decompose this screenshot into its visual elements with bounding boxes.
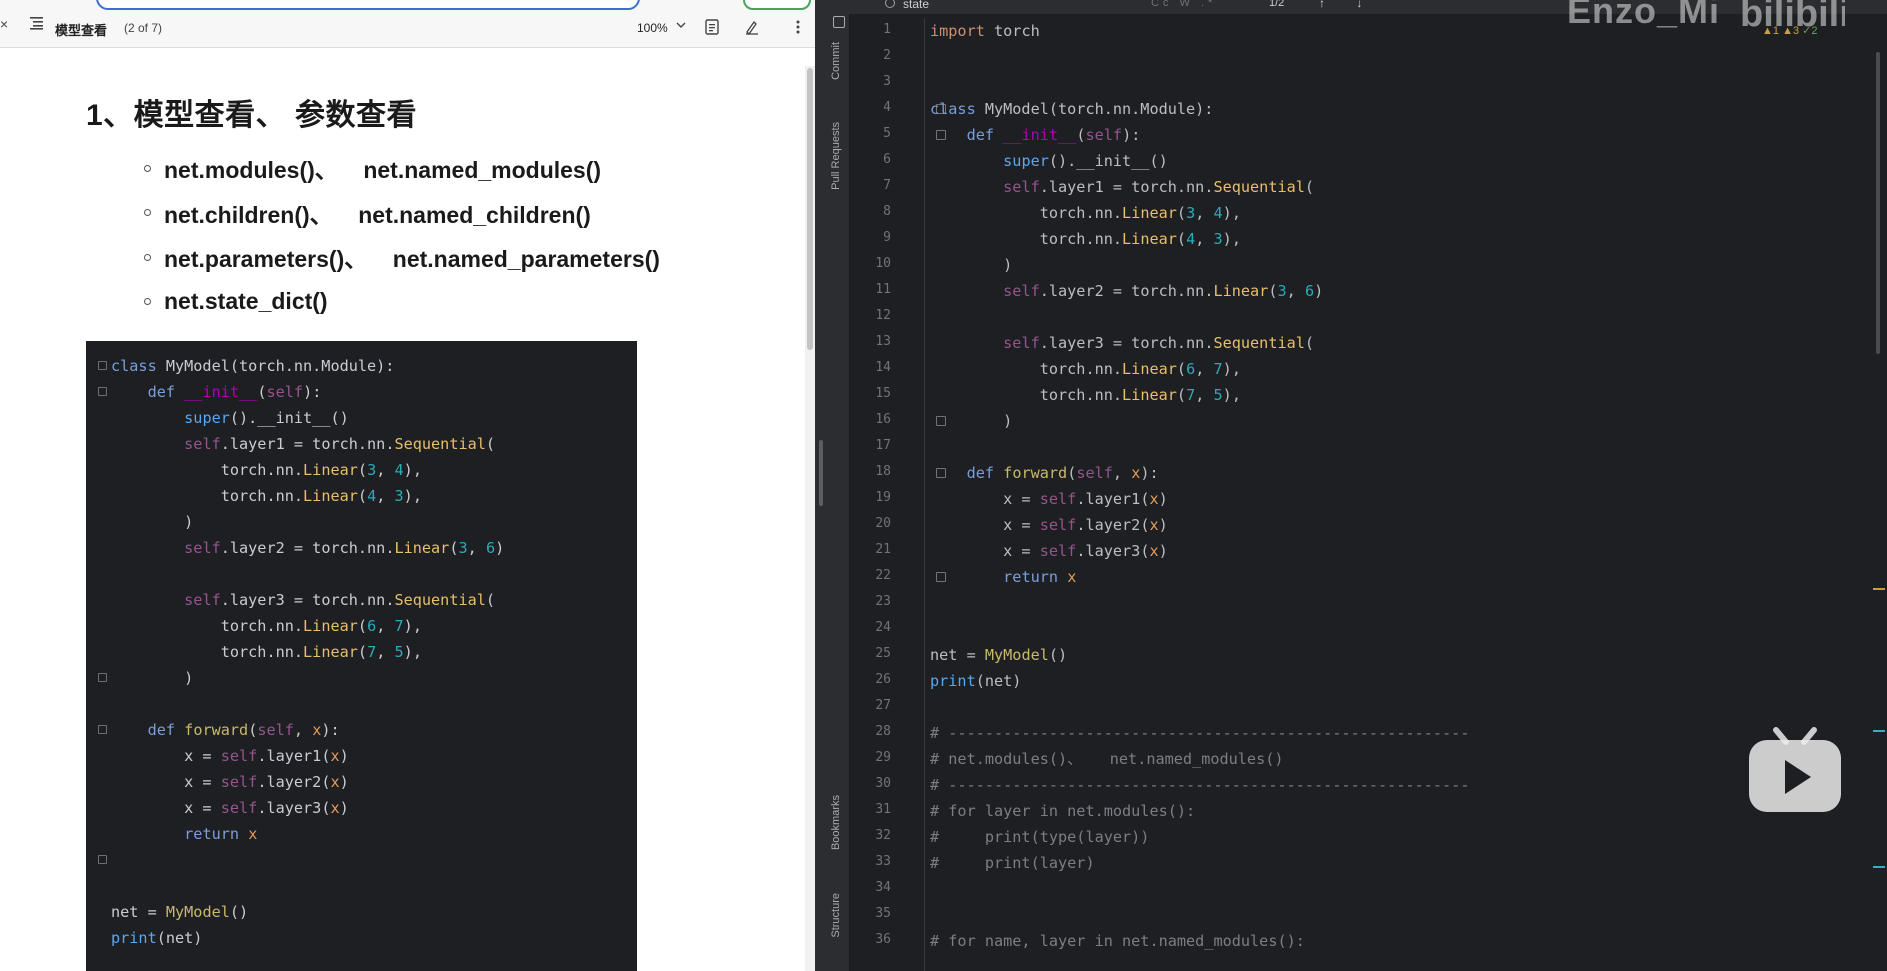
pdf-viewer: × 模型查看 (2 of 7) 100% 1、模型查看、 参数查看 net.mo… xyxy=(0,0,815,971)
fold-icon xyxy=(98,673,107,682)
scrollbar-thumb[interactable] xyxy=(807,68,813,350)
chevron-down-icon[interactable] xyxy=(676,22,686,28)
bullet-icon xyxy=(144,164,151,172)
zoom-level[interactable]: 100% xyxy=(637,21,668,35)
pdf-page: 1、模型查看、 参数查看 net.modules()、 net.named_mo… xyxy=(0,48,805,971)
match-marker[interactable] xyxy=(1873,866,1885,868)
find-bar: state Cc W .* 1/2 ↑ ↓ xyxy=(849,0,1887,14)
fold-icon xyxy=(98,855,107,864)
code-editor-text[interactable]: import torch class MyModel(torch.nn.Modu… xyxy=(930,18,1469,954)
resize-handle[interactable] xyxy=(819,440,823,506)
inspection-widget[interactable]: ▲1 ▲3 ✓2 xyxy=(1762,24,1818,37)
document-title: 模型查看 xyxy=(55,23,108,38)
pdf-search-input[interactable] xyxy=(96,0,640,10)
pdf-scrollbar[interactable] xyxy=(805,66,815,971)
line-number-gutter: 1 2 3 4 5 6 7 8 9 10 11 12 13 14 15 16 1… xyxy=(849,18,946,971)
share-button[interactable] xyxy=(743,0,811,10)
code-text: class MyModel(torch.nn.Module): def __in… xyxy=(111,357,505,947)
gutter-divider xyxy=(924,18,925,971)
ide-editor: Commit Pull Requests Bookmarks Structure… xyxy=(827,0,1887,971)
tool-window-strip: Commit Pull Requests Bookmarks Structure xyxy=(827,0,850,971)
split-divider[interactable] xyxy=(815,0,827,971)
list-item: net.modules()、 net.named_modules() xyxy=(144,146,660,191)
find-nav-arrows[interactable]: ↑ ↓ xyxy=(1319,0,1376,10)
outline-icon[interactable] xyxy=(30,16,46,30)
page-heading: 1、模型查看、 参数查看 xyxy=(86,99,418,132)
bullet-icon xyxy=(144,209,151,217)
document-icon[interactable] xyxy=(704,19,720,35)
match-marker[interactable] xyxy=(1873,730,1885,732)
find-input[interactable]: state xyxy=(903,0,929,11)
tool-tab-pull-requests[interactable]: Pull Requests xyxy=(830,122,842,190)
bullet-icon xyxy=(144,253,151,261)
commit-icon[interactable] xyxy=(833,16,845,28)
close-icon[interactable]: × xyxy=(0,16,8,32)
scrollbar-thumb[interactable] xyxy=(1876,52,1880,354)
list-item: net.children()、 net.named_children() xyxy=(144,191,660,236)
tool-tab-commit[interactable]: Commit xyxy=(830,42,842,80)
page-indicator: (2 of 7) xyxy=(124,21,163,35)
play-button-icon[interactable] xyxy=(1746,724,1844,816)
code-snippet-image: class MyModel(torch.nn.Module): def __in… xyxy=(86,341,637,971)
fold-icon xyxy=(98,725,107,734)
fold-icon xyxy=(98,387,107,396)
more-vert-icon[interactable] xyxy=(790,19,806,35)
search-icon xyxy=(885,0,895,8)
match-counter: 1/2 xyxy=(1269,0,1285,9)
editor-scrollbar[interactable] xyxy=(1873,18,1885,971)
find-options[interactable]: Cc W .* xyxy=(1151,0,1216,9)
list-item: net.parameters()、 net.named_parameters() xyxy=(144,235,660,280)
tool-tab-bookmarks[interactable]: Bookmarks xyxy=(830,795,842,850)
bullet-icon xyxy=(144,298,151,306)
tool-tab-structure[interactable]: Structure xyxy=(830,893,842,938)
warning-marker[interactable] xyxy=(1873,588,1885,590)
list-item: net.state_dict() xyxy=(144,280,660,325)
fold-icon xyxy=(98,361,107,370)
video-watermark: Enzo_Mi xyxy=(1567,0,1721,31)
draw-icon[interactable] xyxy=(744,19,760,35)
bullet-list: net.modules()、 net.named_modules() net.c… xyxy=(144,146,660,324)
pdf-toolbar: × 模型查看 (2 of 7) 100% xyxy=(0,0,815,48)
